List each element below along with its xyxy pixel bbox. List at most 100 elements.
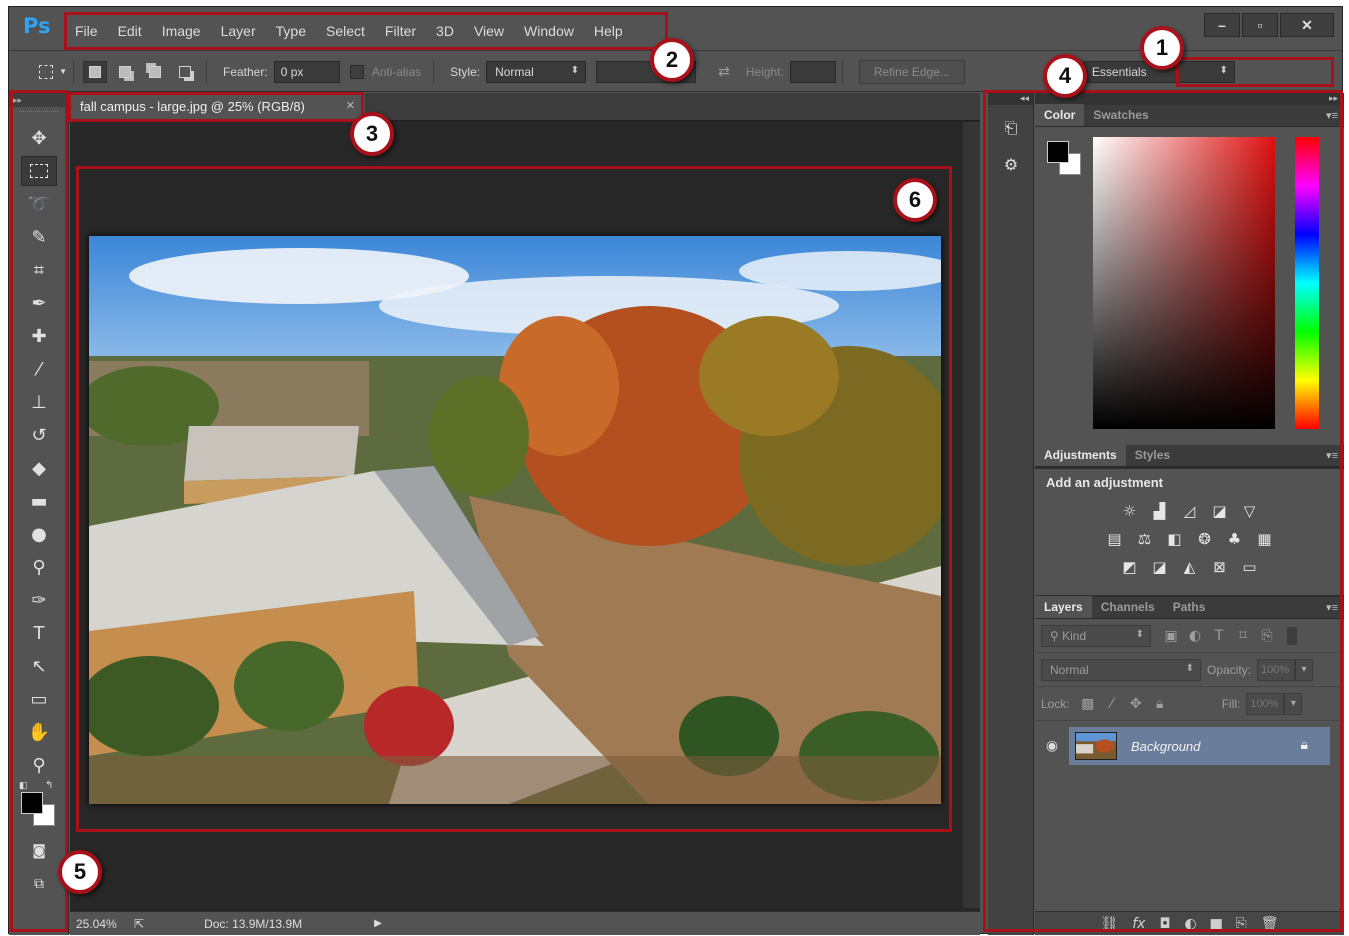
new-layer-icon[interactable]: ⎘	[1236, 916, 1247, 932]
selective-color-icon[interactable]: ⊠	[1209, 556, 1231, 578]
brush-tool-icon[interactable]: ⁄	[21, 354, 57, 384]
default-colors-icon[interactable]: ◧	[19, 780, 28, 791]
lock-pixels-icon[interactable]: ⁄	[1100, 696, 1124, 712]
anti-alias-checkbox[interactable]	[349, 64, 364, 79]
quick-mask-icon[interactable]: ◙	[21, 836, 57, 866]
hue-saturation-icon[interactable]: ▤	[1104, 528, 1126, 550]
new-selection-button[interactable]	[83, 60, 107, 83]
curves-icon[interactable]: ◿	[1179, 500, 1201, 522]
blend-mode-select[interactable]: Normal ⬍	[1041, 658, 1201, 681]
close-button[interactable]: ✕	[1280, 13, 1334, 37]
tool-preset-picker[interactable]: ▼	[39, 60, 67, 84]
rectangular-marquee-tool-icon[interactable]	[21, 156, 57, 186]
lasso-tool-icon[interactable]: ➰	[21, 189, 57, 219]
new-group-icon[interactable]: ▆	[1211, 916, 1222, 932]
add-mask-icon[interactable]: ◘	[1159, 916, 1170, 932]
status-menu-arrow-icon[interactable]: ▶	[374, 918, 382, 929]
rectangle-tool-icon[interactable]: ▭	[21, 684, 57, 714]
menu-image[interactable]: Image	[152, 23, 211, 39]
healing-brush-tool-icon[interactable]: ✚	[21, 321, 57, 351]
layer-style-icon[interactable]: fx	[1132, 916, 1145, 932]
dodge-tool-icon[interactable]: ⚲	[21, 552, 57, 582]
panel-menu-icon[interactable]: ▾≡	[1326, 601, 1338, 614]
menu-help[interactable]: Help	[584, 23, 633, 39]
tab-color[interactable]: Color	[1035, 104, 1085, 126]
lock-transparency-icon[interactable]: ▩	[1076, 696, 1100, 712]
clone-stamp-tool-icon[interactable]: ⊥	[21, 387, 57, 417]
foreground-color-swatch[interactable]	[21, 792, 43, 814]
intersect-selection-button[interactable]	[173, 61, 197, 83]
color-lookup-icon[interactable]: ▦	[1254, 528, 1276, 550]
opacity-dropdown-icon[interactable]: ▾	[1295, 658, 1314, 681]
link-layers-icon[interactable]: ⛓	[1100, 916, 1118, 932]
menu-file[interactable]: File	[65, 23, 108, 39]
hue-slider[interactable]	[1295, 137, 1319, 429]
levels-icon[interactable]: ▟	[1149, 500, 1171, 522]
crop-tool-icon[interactable]: ⌗	[21, 255, 57, 285]
properties-panel-icon[interactable]: ⚙	[996, 151, 1026, 177]
eraser-tool-icon[interactable]: ◆	[21, 453, 57, 483]
filter-type-icon[interactable]: T	[1207, 628, 1231, 644]
layer-row-background[interactable]: ◉ Background 🔒︎	[1035, 727, 1330, 765]
delete-layer-icon[interactable]: 🗑︎	[1261, 916, 1279, 932]
blur-tool-icon[interactable]: ●	[21, 519, 57, 549]
tab-swatches[interactable]: Swatches	[1084, 104, 1157, 126]
black-white-icon[interactable]: ◧	[1164, 528, 1186, 550]
menu-filter[interactable]: Filter	[375, 23, 426, 39]
menu-window[interactable]: Window	[514, 23, 584, 39]
opacity-input[interactable]: 100%	[1257, 658, 1296, 681]
panel-foreground-swatch[interactable]	[1047, 141, 1069, 163]
maximize-button[interactable]: ▫	[1242, 13, 1278, 37]
move-tool-icon[interactable]: ✥	[21, 123, 57, 153]
hand-tool-icon[interactable]: ✋	[21, 717, 57, 747]
filter-adjustment-icon[interactable]: ◐	[1183, 628, 1207, 644]
quick-selection-tool-icon[interactable]: ✎	[21, 222, 57, 252]
gradient-map-icon[interactable]: ▭	[1239, 556, 1261, 578]
tab-adjustments[interactable]: Adjustments	[1035, 444, 1126, 466]
posterize-icon[interactable]: ◪	[1149, 556, 1171, 578]
panel-grip[interactable]	[19, 111, 58, 119]
eyedropper-tool-icon[interactable]: ✒	[21, 288, 57, 318]
path-selection-tool-icon[interactable]: ↖	[21, 651, 57, 681]
brightness-contrast-icon[interactable]: ☼	[1119, 500, 1141, 522]
document-tab[interactable]: fall campus - large.jpg @ 25% (RGB/8) ✕	[70, 93, 365, 121]
refine-edge-button[interactable]: Refine Edge...	[858, 59, 965, 84]
visibility-eye-icon[interactable]: ◉	[1035, 727, 1069, 765]
history-brush-tool-icon[interactable]: ↺	[21, 420, 57, 450]
menu-type[interactable]: Type	[266, 23, 316, 39]
exposure-icon[interactable]: ◪	[1209, 500, 1231, 522]
filter-pixel-icon[interactable]: ▣	[1159, 628, 1183, 644]
channel-mixer-icon[interactable]: ♣	[1224, 528, 1246, 550]
close-tab-icon[interactable]: ✕	[346, 99, 355, 112]
minimize-button[interactable]: –	[1204, 13, 1240, 37]
zoom-tool-icon[interactable]: ⚲	[21, 750, 57, 780]
lock-all-icon[interactable]: 🔒︎	[1148, 696, 1172, 712]
screen-mode-icon[interactable]: ⧉	[21, 869, 57, 899]
filter-toggle[interactable]	[1287, 626, 1297, 645]
tab-styles[interactable]: Styles	[1126, 444, 1179, 466]
export-icon[interactable]: ⇱	[134, 917, 144, 931]
vibrance-icon[interactable]: ▽	[1239, 500, 1261, 522]
style-select[interactable]: Normal ⬍	[486, 60, 587, 83]
add-to-selection-button[interactable]	[113, 61, 137, 83]
tab-layers[interactable]: Layers	[1035, 596, 1092, 618]
fill-input[interactable]: 100%	[1246, 692, 1285, 715]
zoom-level[interactable]: 25.04%	[76, 917, 134, 931]
canvas[interactable]	[70, 122, 963, 908]
menu-layer[interactable]: Layer	[211, 23, 266, 39]
layer-name[interactable]: Background	[1131, 739, 1200, 754]
swap-colors-icon[interactable]: ↰	[45, 780, 53, 791]
history-panel-icon[interactable]: ⎗	[996, 115, 1026, 141]
menu-3d[interactable]: 3D	[426, 23, 464, 39]
filter-smart-object-icon[interactable]: ⎘	[1255, 628, 1279, 644]
swap-dimensions-icon[interactable]: ⇄	[718, 64, 730, 80]
vertical-scrollbar[interactable]	[963, 122, 980, 908]
invert-icon[interactable]: ◩	[1119, 556, 1141, 578]
threshold-icon[interactable]: ◭	[1179, 556, 1201, 578]
fill-dropdown-icon[interactable]: ▾	[1284, 692, 1303, 715]
panel-menu-icon[interactable]: ▾≡	[1326, 449, 1338, 462]
tab-channels[interactable]: Channels	[1092, 596, 1164, 618]
layer-kind-select[interactable]: ⚲ Kind ⬍	[1041, 624, 1151, 647]
gradient-tool-icon[interactable]: ▬	[21, 486, 57, 516]
feather-input[interactable]: 0 px	[273, 60, 340, 83]
